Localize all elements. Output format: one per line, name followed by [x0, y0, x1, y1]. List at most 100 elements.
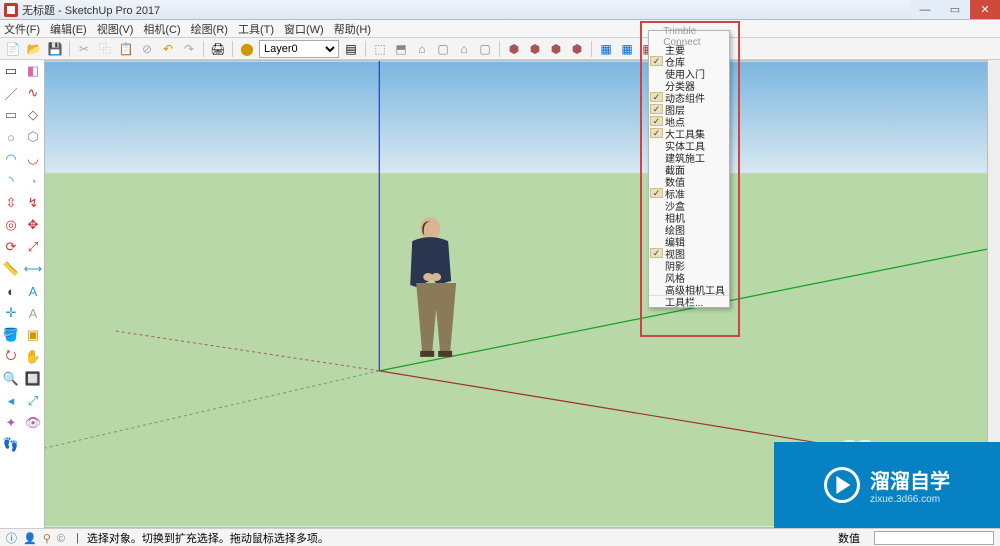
menu-item[interactable]: 工具(T): [238, 21, 274, 37]
layer-manager-icon[interactable]: ▤: [342, 40, 360, 58]
left-icon[interactable]: ▢: [476, 40, 494, 58]
paint-icon[interactable]: 🪣: [0, 324, 22, 346]
check-icon: ✓: [650, 92, 663, 102]
toolbar-separator: [591, 41, 592, 57]
arc-icon[interactable]: ◠: [0, 148, 22, 170]
offset-icon[interactable]: ◎: [0, 214, 22, 236]
dim-icon[interactable]: ⟷: [22, 258, 44, 280]
ctx-item[interactable]: ✓工具栏...: [649, 295, 729, 307]
text-icon[interactable]: A: [22, 280, 44, 302]
rect-icon[interactable]: ▭: [0, 104, 22, 126]
ctx-item[interactable]: ✓绘图: [649, 223, 729, 235]
redo-icon[interactable]: ↷: [180, 40, 198, 58]
walk-icon[interactable]: 👣: [0, 434, 22, 456]
component2-icon[interactable]: ⬢: [526, 40, 544, 58]
measure-input[interactable]: [874, 531, 994, 545]
close-button[interactable]: ✕: [970, 0, 1000, 19]
status-icons: ⓘ 👤 ⚲ ©: [6, 530, 68, 546]
freehand-icon[interactable]: ∿: [22, 82, 44, 104]
ctx-item[interactable]: ✓相机: [649, 211, 729, 223]
pan-icon[interactable]: ✋: [22, 346, 44, 368]
cut-icon[interactable]: ✂: [75, 40, 93, 58]
layer-select[interactable]: Layer0: [259, 40, 339, 58]
zoome-icon[interactable]: ⤢: [22, 390, 44, 412]
circle-icon[interactable]: ○: [0, 126, 22, 148]
menu-item[interactable]: 视图(V): [97, 21, 134, 37]
help-icon[interactable]: ⓘ: [6, 533, 17, 545]
move-icon[interactable]: ✥: [22, 214, 44, 236]
menu-item[interactable]: 绘图(R): [191, 21, 228, 37]
polygon-icon[interactable]: ⬡: [22, 126, 44, 148]
component4-icon[interactable]: ⬢: [568, 40, 586, 58]
delete-icon[interactable]: ⊘: [138, 40, 156, 58]
3dtext-icon[interactable]: A: [22, 302, 44, 324]
user-icon[interactable]: 👤: [23, 533, 37, 545]
ctx-item[interactable]: ✓视图: [649, 247, 729, 259]
menu-item[interactable]: 编辑(E): [50, 21, 87, 37]
orbit-icon[interactable]: ⭮: [0, 346, 22, 368]
line-icon[interactable]: ／: [0, 82, 22, 104]
menu-item[interactable]: 帮助(H): [334, 21, 371, 37]
maximize-button[interactable]: ▭: [940, 0, 970, 19]
zoom-icon[interactable]: 🔍: [0, 368, 22, 390]
zoomwin-icon[interactable]: 🔲: [22, 368, 44, 390]
ctx-item[interactable]: ✓建筑施工: [649, 151, 729, 163]
ctx-item[interactable]: ✓截面: [649, 163, 729, 175]
ctx-item[interactable]: ✓阴影: [649, 259, 729, 271]
ctx-item[interactable]: ✓图层: [649, 103, 729, 115]
ctx-item[interactable]: ✓沙盒: [649, 199, 729, 211]
open-file-icon[interactable]: 📂: [25, 40, 43, 58]
share-icon[interactable]: ▦: [618, 40, 636, 58]
eraser-icon[interactable]: ◧: [22, 60, 44, 82]
undo-icon[interactable]: ↶: [159, 40, 177, 58]
credit-icon[interactable]: ©: [57, 533, 65, 545]
right-icon[interactable]: ▢: [434, 40, 452, 58]
iso-icon[interactable]: ⬚: [371, 40, 389, 58]
scale-icon[interactable]: ⤢: [22, 236, 44, 258]
ctx-label: 工具栏...: [665, 294, 703, 309]
menu-item[interactable]: 窗口(W): [284, 21, 324, 37]
toolbar-separator: [232, 41, 233, 57]
arc2-icon[interactable]: ◡: [22, 148, 44, 170]
prev-icon[interactable]: ◂: [0, 390, 22, 412]
menubar: 文件(F) 编辑(E) 视图(V) 相机(C) 绘图(R) 工具(T) 窗口(W) 帮助(H): [0, 20, 1000, 38]
pos-icon[interactable]: ✦: [0, 412, 22, 434]
arc3-icon[interactable]: ◝: [0, 170, 22, 192]
axes-icon[interactable]: ✛: [0, 302, 22, 324]
select-icon[interactable]: ▭: [0, 60, 22, 82]
paste-icon[interactable]: 📋: [117, 40, 135, 58]
minimize-button[interactable]: ―: [910, 0, 940, 19]
protractor-icon[interactable]: ◐: [0, 280, 22, 302]
new-file-icon[interactable]: 📄: [4, 40, 22, 58]
ctx-item[interactable]: ✓Trimble Connect: [649, 31, 729, 43]
rot-rect-icon[interactable]: ◇: [22, 104, 44, 126]
save-icon[interactable]: 💾: [46, 40, 64, 58]
ctx-item[interactable]: ✓动态组件: [649, 91, 729, 103]
pie-icon[interactable]: ◔: [22, 170, 44, 192]
check-icon: ✓: [650, 188, 663, 198]
menu-item[interactable]: 相机(C): [143, 21, 180, 37]
window-title: 无标题 - SketchUp Pro 2017: [22, 2, 910, 18]
rotate-icon[interactable]: ⟳: [0, 236, 22, 258]
warehouse-icon[interactable]: ▦: [597, 40, 615, 58]
check-icon: ✓: [650, 128, 663, 138]
geo-status-icon[interactable]: ⚲: [43, 533, 51, 545]
follow-icon[interactable]: ↯: [22, 192, 44, 214]
top-icon[interactable]: ⬒: [392, 40, 410, 58]
ctx-item[interactable]: ✓编辑: [649, 235, 729, 247]
app-icon: [4, 3, 18, 17]
front-icon[interactable]: ⌂: [413, 40, 431, 58]
ctx-item[interactable]: ✓数值: [649, 175, 729, 187]
copy-icon[interactable]: ⿻: [96, 40, 114, 58]
section-icon[interactable]: ▣: [22, 324, 44, 346]
back-icon[interactable]: ⌂: [455, 40, 473, 58]
menu-item[interactable]: 文件(F): [4, 21, 40, 37]
component3-icon[interactable]: ⬢: [547, 40, 565, 58]
ctx-item[interactable]: ✓标准: [649, 187, 729, 199]
component-icon[interactable]: ⬢: [505, 40, 523, 58]
print-icon[interactable]: 🖨: [209, 40, 227, 58]
tape-icon[interactable]: 📏: [0, 258, 22, 280]
pushpull-icon[interactable]: ⇳: [0, 192, 22, 214]
look-icon[interactable]: 👁: [22, 412, 44, 434]
layer-visibility-icon[interactable]: ⬤: [238, 40, 256, 58]
